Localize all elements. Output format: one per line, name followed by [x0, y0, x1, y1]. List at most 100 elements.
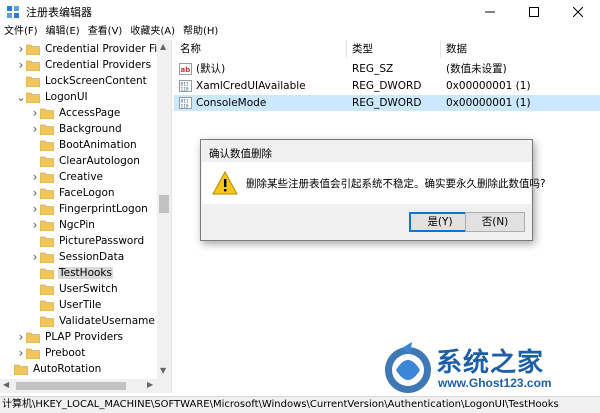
tree-node-label: TestHooks	[58, 267, 113, 279]
window-title: 注册表编辑器	[26, 6, 92, 19]
value-data: 0x00000001 (1)	[446, 80, 531, 92]
svg-text:110: 110	[181, 87, 189, 93]
tree-node[interactable]: › SessionData	[30, 249, 125, 265]
folder-icon	[40, 172, 54, 183]
tree-node[interactable]: › Preboot	[16, 345, 86, 361]
tree-node[interactable]: › AccessPage	[30, 105, 121, 121]
tree-node[interactable]: › NgcPin	[30, 217, 96, 233]
folder-icon	[40, 156, 54, 167]
menu-help[interactable]: 帮助(H)	[179, 24, 222, 40]
tree-node-label: AutoRotation	[33, 363, 102, 375]
tree-node[interactable]: UserSwitch	[30, 281, 119, 297]
tree-node[interactable]: AutoRotation	[4, 361, 102, 377]
tree-node[interactable]: › Creative	[30, 169, 104, 185]
minimize-button[interactable]	[468, 0, 512, 24]
tree-vertical-scrollbar[interactable]: ▲ ▼	[157, 40, 171, 379]
expand-chevron-icon[interactable]: ›	[16, 57, 26, 73]
string-value-icon: ab	[179, 63, 192, 75]
value-data: (数值未设置)	[446, 63, 507, 75]
tree-node[interactable]: › Background	[30, 121, 123, 137]
scroll-thumb[interactable]	[159, 195, 169, 213]
folder-icon	[40, 268, 54, 279]
column-divider[interactable]	[346, 40, 347, 58]
folder-icon	[26, 44, 40, 55]
collapse-chevron-icon[interactable]: ⌄	[16, 89, 26, 105]
watermark-title: 系统之家	[436, 348, 545, 378]
expand-chevron-icon[interactable]: ›	[16, 329, 26, 345]
registry-tree[interactable]: › Credential Provider Filte › Credential Pr…	[0, 40, 171, 379]
tree-node[interactable]: ValidateUsername	[30, 313, 156, 329]
folder-icon	[26, 332, 40, 343]
tree-node[interactable]: › PLAP Providers	[16, 329, 124, 345]
close-icon	[573, 7, 583, 17]
tree-node[interactable]: ClearAutologon	[30, 153, 141, 169]
expand-chevron-icon[interactable]: ›	[30, 169, 40, 185]
value-name: ConsoleMode	[196, 97, 267, 109]
status-bar-path: 计算机\HKEY_LOCAL_MACHINE\SOFTWARE\Microsof…	[0, 396, 600, 413]
no-button[interactable]: 否(N)	[465, 212, 525, 232]
folder-icon	[26, 92, 40, 103]
maximize-button[interactable]	[512, 0, 556, 24]
expand-chevron-icon[interactable]: ›	[30, 217, 40, 233]
column-header-data[interactable]: 数据	[446, 40, 467, 58]
tree-node-label: UserSwitch	[59, 283, 118, 295]
column-header-type[interactable]: 类型	[352, 40, 373, 58]
folder-icon	[40, 140, 54, 151]
tree-node-label: Credential Provider Filte	[45, 43, 171, 55]
tree-node[interactable]: LockScreenContent	[16, 73, 148, 89]
menu-view[interactable]: 查看(V)	[84, 24, 127, 40]
tree-node[interactable]: › Credential Providers	[16, 57, 152, 73]
scroll-up-arrow-icon[interactable]: ▲	[160, 42, 166, 51]
tree-node[interactable]: › FaceLogon	[30, 185, 116, 201]
scroll-right-arrow-icon[interactable]: ▶	[147, 380, 153, 389]
value-name: (默认)	[196, 63, 226, 75]
value-row-selected[interactable]: 011 110 ConsoleMode REG_DWORD 0x00000001…	[174, 95, 600, 111]
expand-chevron-icon[interactable]: ›	[30, 249, 40, 265]
tree-node[interactable]: › FingerprintLogon	[30, 201, 149, 217]
tree-node-label: SessionData	[59, 251, 125, 263]
expand-chevron-icon[interactable]: ›	[16, 41, 26, 57]
tree-horizontal-scrollbar[interactable]: ◀ ▶	[0, 379, 171, 393]
expand-chevron-icon[interactable]: ›	[30, 105, 40, 121]
value-row[interactable]: ab (默认) REG_SZ (数值未设置)	[174, 61, 600, 77]
folder-icon	[40, 252, 54, 263]
value-row[interactable]: 011 110 XamlCredUIAvailable REG_DWORD 0x…	[174, 78, 600, 94]
confirm-delete-dialog: 确认数值删除 删除某些注册表值会引起系统不稳定。确实要永久删除此数值吗? 是(Y…	[200, 139, 546, 241]
expand-chevron-icon[interactable]: ›	[30, 121, 40, 137]
expand-chevron-icon[interactable]: ›	[16, 345, 26, 361]
tree-node[interactable]: ⌄ LogonUI	[16, 89, 89, 105]
column-header-name[interactable]: 名称	[180, 40, 201, 58]
minimize-icon	[485, 11, 495, 13]
value-type: REG_DWORD	[352, 80, 422, 92]
tree-node[interactable]: › Credential Provider Filte	[16, 41, 171, 57]
menu-favorites[interactable]: 收藏夹(A)	[126, 24, 179, 40]
expand-chevron-icon[interactable]: ›	[30, 201, 40, 217]
folder-icon	[40, 124, 54, 135]
watermark-url: www.Ghost123.com	[438, 376, 552, 390]
tree-node-label: PLAP Providers	[45, 331, 123, 343]
tree-node-label: AccessPage	[59, 107, 121, 119]
expand-chevron-icon[interactable]: ›	[30, 185, 40, 201]
tree-node[interactable]: PicturePassword	[30, 233, 145, 249]
scroll-down-arrow-icon[interactable]: ▼	[160, 366, 166, 375]
tree-node[interactable]: UserTile	[30, 297, 102, 313]
scroll-thumb[interactable]	[16, 382, 126, 390]
scroll-left-arrow-icon[interactable]: ◀	[3, 380, 9, 389]
tree-node-label: Preboot	[45, 347, 86, 359]
tree-node[interactable]: TestHooks	[30, 265, 113, 281]
folder-icon	[40, 316, 54, 327]
column-divider[interactable]	[440, 40, 441, 58]
tree-node-label: ClearAutologon	[59, 155, 140, 167]
menu-file[interactable]: 文件(F)	[0, 24, 42, 40]
yes-button[interactable]: 是(Y)	[409, 212, 471, 232]
tree-node-label: FaceLogon	[59, 187, 115, 199]
folder-icon	[40, 204, 54, 215]
menu-edit[interactable]: 编辑(E)	[42, 24, 84, 40]
close-button[interactable]	[556, 0, 600, 24]
tree-node[interactable]: BootAnimation	[30, 137, 138, 153]
